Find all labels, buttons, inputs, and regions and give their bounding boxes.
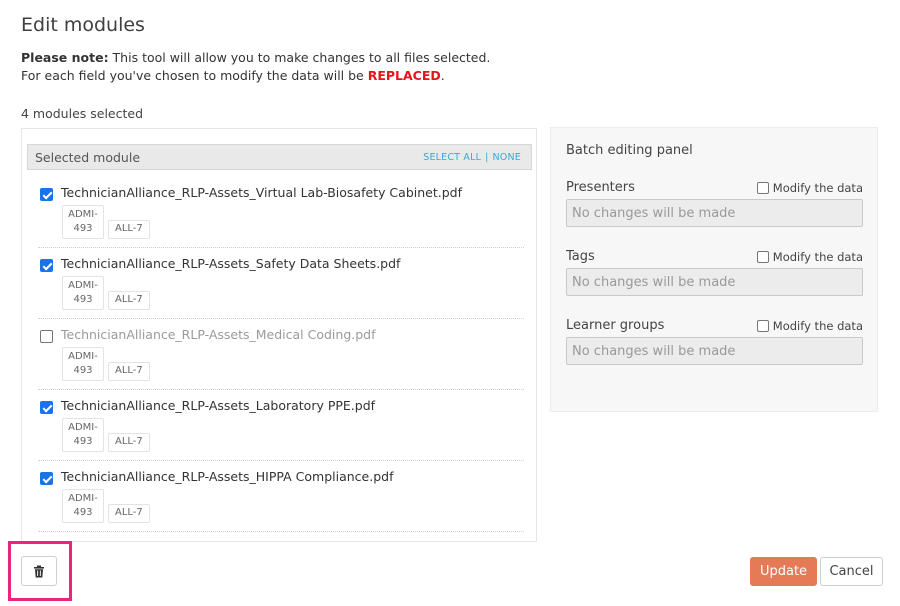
module-tags: ADMI- 493 ALL-7 [62,347,150,381]
tag-text: ADMI- [68,280,98,291]
tag-text: 493 [73,507,93,518]
modify-label: Modify the data [772,250,863,264]
tag-text: ADMI- [68,351,98,362]
delete-button[interactable] [21,556,57,586]
module-filename: TechnicianAlliance_RLP-Assets_Safety Dat… [61,256,401,271]
link-separator: | [485,152,489,163]
module-tags: ADMI- 493 ALL-7 [62,418,150,452]
selected-module-header: Selected module SELECT ALL | NONE [27,144,532,170]
module-checkbox[interactable] [40,401,53,414]
presenters-modify-checkbox[interactable] [756,182,769,194]
module-item: TechnicianAlliance_RLP-Assets_Laboratory… [38,390,524,461]
module-item: TechnicianAlliance_RLP-Assets_Virtual La… [38,177,524,248]
selected-count: 4 modules selected [21,106,144,121]
module-tags: ADMI- 493 ALL-7 [62,276,150,310]
learner-groups-label: Learner groups [566,318,665,333]
module-tags: ADMI- 493 ALL-7 [62,205,150,239]
modify-label: Modify the data [772,181,863,195]
select-none-link[interactable]: NONE [493,152,522,163]
notice-line2: For each field you've chosen to modify t… [21,68,368,83]
learner-groups-input[interactable]: No changes will be made [566,337,863,365]
module-filename: TechnicianAlliance_RLP-Assets_Medical Co… [61,327,376,342]
edit-modules-page: Edit modules Please note: This tool will… [0,0,900,606]
selection-links: SELECT ALL | NONE [423,152,521,163]
module-filename: TechnicianAlliance_RLP-Assets_Virtual La… [61,185,462,200]
module-tags: ADMI- 493 ALL-7 [62,489,150,523]
tag-text: 493 [73,436,93,447]
module-item: TechnicianAlliance_RLP-Assets_Safety Dat… [38,248,524,319]
tag-text: 493 [73,294,93,305]
module-filename: TechnicianAlliance_RLP-Assets_Laboratory… [61,398,376,413]
module-tag: ADMI- 493 [62,489,104,523]
tags-modify-checkbox[interactable] [756,251,769,263]
header-title: Selected module [35,150,141,165]
module-tag: ADMI- 493 [62,276,104,310]
notice-line1: This tool will allow you to make changes… [108,50,491,65]
module-tag: ADMI- 493 [62,205,104,239]
module-list: TechnicianAlliance_RLP-Assets_Virtual La… [38,177,524,532]
notice-text: Please note: This tool will allow you to… [21,49,490,85]
presenters-label: Presenters [566,180,635,195]
update-button[interactable]: Update [750,557,817,586]
module-tag: ALL-7 [108,362,150,381]
module-filename: TechnicianAlliance_RLP-Assets_HIPPA Comp… [61,469,394,484]
select-all-link[interactable]: SELECT ALL [423,152,481,163]
batch-panel-title: Batch editing panel [566,143,693,158]
trash-icon [34,565,44,577]
module-tag: ADMI- 493 [62,347,104,381]
tags-modify-toggle[interactable]: Modify the data [756,250,863,264]
learner-groups-modify-toggle[interactable]: Modify the data [756,319,863,333]
module-checkbox[interactable] [40,188,53,201]
tag-text: 493 [73,365,93,376]
module-item: TechnicianAlliance_RLP-Assets_Medical Co… [38,319,524,390]
presenters-modify-toggle[interactable]: Modify the data [756,181,863,195]
tags-label: Tags [566,249,595,264]
tag-text: ADMI- [68,422,98,433]
module-checkbox[interactable] [40,330,53,343]
tags-input[interactable]: No changes will be made [566,268,863,296]
notice-label: Please note: [21,50,109,65]
module-tag: ADMI- 493 [62,418,104,452]
module-tag: ALL-7 [108,433,150,452]
replaced-warning: REPLACED [367,68,441,83]
module-checkbox[interactable] [40,472,53,485]
module-tag: ALL-7 [108,504,150,523]
selected-modules-panel: Selected module SELECT ALL | NONE Technici… [21,128,537,542]
cancel-button[interactable]: Cancel [820,557,883,586]
batch-editing-panel: Batch editing panel Presenters Modify th… [550,127,878,412]
modify-label: Modify the data [772,319,863,333]
tag-text: 493 [73,223,93,234]
module-item: TechnicianAlliance_RLP-Assets_HIPPA Comp… [38,461,524,532]
module-checkbox[interactable] [40,259,53,272]
module-tag: ALL-7 [108,220,150,239]
module-tag: ALL-7 [108,291,150,310]
tag-text: ADMI- [68,209,98,220]
presenters-input[interactable]: No changes will be made [566,199,863,227]
page-title: Edit modules [21,14,145,36]
learner-groups-modify-checkbox[interactable] [756,320,769,332]
notice-period: . [440,68,445,83]
tag-text: ADMI- [68,493,98,504]
